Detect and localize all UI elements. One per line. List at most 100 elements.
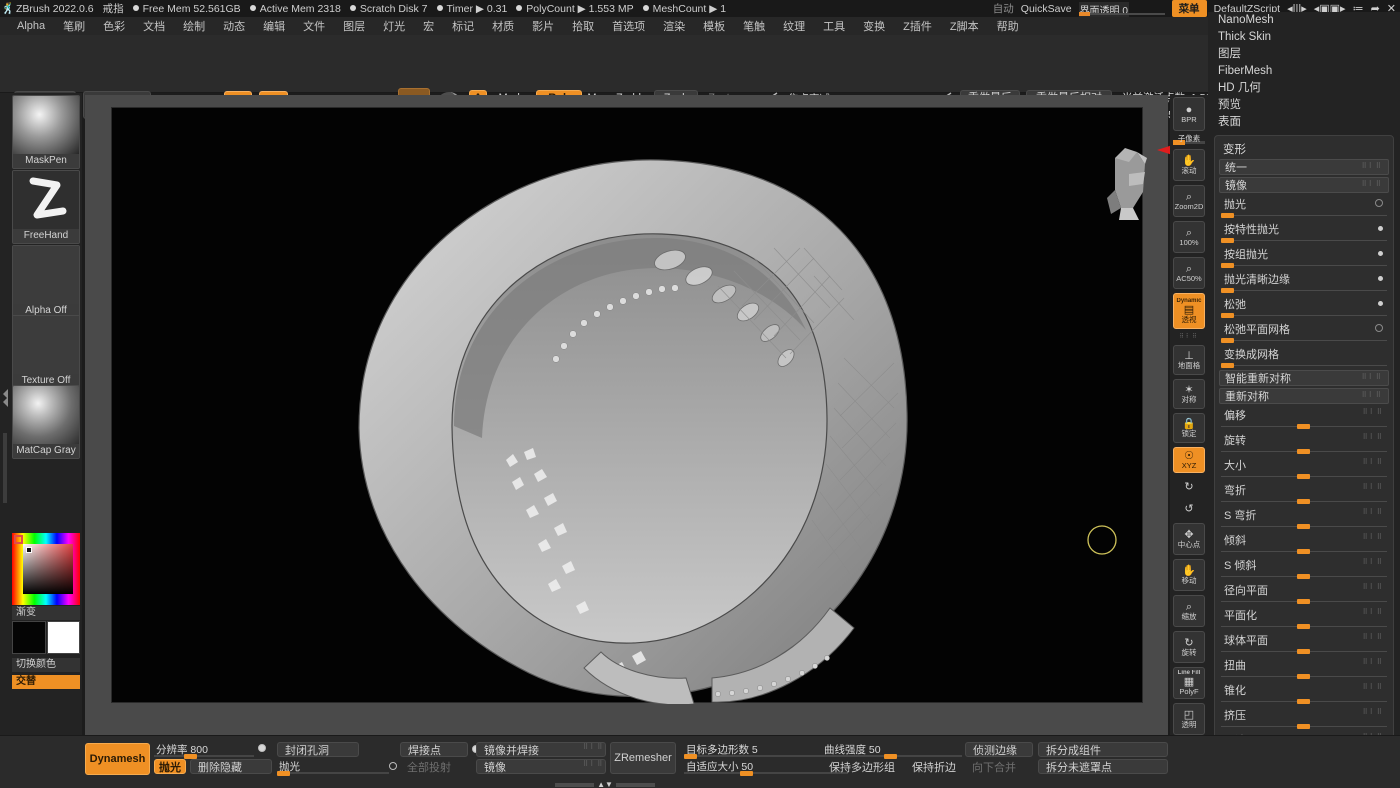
deformation-slider[interactable] xyxy=(1221,212,1387,219)
perspective-button[interactable]: Dynamic▤透视 xyxy=(1173,293,1205,329)
alternate-button[interactable]: 交替 xyxy=(12,675,80,689)
deformation-row-17[interactable]: S 倾斜⠿⠇⠿ xyxy=(1219,556,1389,573)
menu-item-19[interactable]: 纹理 xyxy=(774,17,814,35)
menu-item-7[interactable]: 文件 xyxy=(294,17,334,35)
deformation-radio-icon[interactable] xyxy=(1375,324,1383,332)
menu-item-15[interactable]: 首选项 xyxy=(603,17,654,35)
rotate-y-icon[interactable]: ↻ xyxy=(1173,477,1205,497)
resolution-slider[interactable]: 分辨率 800 xyxy=(154,742,254,758)
deformation-slider[interactable] xyxy=(1221,262,1387,269)
menu-item-16[interactable]: 渲染 xyxy=(654,17,694,35)
deformation-slider[interactable] xyxy=(1221,723,1387,730)
detect-edges-button[interactable]: 侦测边缘 xyxy=(965,742,1033,757)
half-size-button[interactable]: ⌕AC50% xyxy=(1173,257,1205,289)
polish-toggle-button[interactable]: 抛光 xyxy=(154,759,186,774)
polish-reset-icon[interactable] xyxy=(389,762,397,770)
deformation-row-4[interactable]: 按组抛光 xyxy=(1219,245,1389,262)
deformation-row-21[interactable]: 扭曲⠿⠇⠿ xyxy=(1219,656,1389,673)
keep-polygroups-button[interactable]: 保持多边形组 xyxy=(822,759,902,774)
zoom-view-button[interactable]: ⌕缩放 xyxy=(1173,595,1205,627)
menu-toggle-button[interactable]: 菜单 xyxy=(1172,0,1207,17)
brush-selector[interactable]: MaskPen xyxy=(12,95,80,169)
gizmo-xyz-button[interactable]: ☉XYZ xyxy=(1173,447,1205,473)
canvas-3d[interactable] xyxy=(111,107,1143,703)
floor-grid-button[interactable]: ⊥地面格 xyxy=(1173,345,1205,375)
deformation-slider[interactable] xyxy=(1221,473,1387,480)
interface-transparency-slider[interactable]: 界面透明 0 xyxy=(1079,2,1165,15)
palette-section-6[interactable]: 表面 xyxy=(1208,114,1400,131)
project-all-button[interactable]: 全部投射 xyxy=(400,759,468,774)
menu-item-9[interactable]: 灯光 xyxy=(374,17,414,35)
deformation-row-8[interactable]: 变换成网格 xyxy=(1219,345,1389,362)
material-selector[interactable]: MatCap Gray xyxy=(12,385,80,459)
deformation-slider[interactable] xyxy=(1221,312,1387,319)
quicksave-button[interactable]: QuickSave xyxy=(1021,3,1072,15)
close-holes-button[interactable]: 封闭孔洞 xyxy=(277,742,359,757)
switch-color-button[interactable]: 切换颜色 xyxy=(12,658,80,672)
menu-item-4[interactable]: 绘制 xyxy=(174,17,214,35)
menu-item-24[interactable]: 帮助 xyxy=(988,17,1028,35)
deformation-slider[interactable] xyxy=(1221,362,1387,369)
palette-section-4[interactable]: HD 几何 xyxy=(1208,80,1400,97)
deformation-row-2[interactable]: 抛光 xyxy=(1219,195,1389,212)
deformation-row-22[interactable]: 锥化⠿⠇⠿ xyxy=(1219,681,1389,698)
menu-item-11[interactable]: 标记 xyxy=(443,17,483,35)
menu-item-14[interactable]: 拾取 xyxy=(563,17,603,35)
palette-section-1[interactable]: Thick Skin xyxy=(1208,29,1400,46)
menu-item-5[interactable]: 动态 xyxy=(214,17,254,35)
menu-item-6[interactable]: 编辑 xyxy=(254,17,294,35)
deformation-slider[interactable] xyxy=(1221,523,1387,530)
menu-item-22[interactable]: Z插件 xyxy=(894,17,941,35)
scroll-button[interactable]: ✋滚动 xyxy=(1173,149,1205,181)
weld-points-button[interactable]: 焊接点 xyxy=(400,742,468,757)
deformation-row-15[interactable]: S 弯折⠿⠇⠿ xyxy=(1219,506,1389,523)
menu-item-21[interactable]: 变换 xyxy=(854,17,894,35)
deformation-slider[interactable] xyxy=(1221,337,1387,344)
deformation-row-16[interactable]: 倾斜⠿⠇⠿ xyxy=(1219,531,1389,548)
stroke-selector[interactable]: FreeHand xyxy=(12,170,80,244)
primary-color-swatch[interactable] xyxy=(12,621,46,654)
palette-section-2[interactable]: 图层 xyxy=(1208,46,1400,63)
rotate-view-button[interactable]: ↻旋转 xyxy=(1173,631,1205,663)
deformation-radio-icon[interactable] xyxy=(1375,199,1383,207)
symmetry-button[interactable]: ✶对称 xyxy=(1173,379,1205,409)
transp-lock-button[interactable]: 🔒锁定 xyxy=(1173,413,1205,443)
deformation-row-11[interactable]: 偏移⠿⠇⠿ xyxy=(1219,406,1389,423)
palette-section-0[interactable]: NanoMesh xyxy=(1208,12,1400,29)
deformation-row-7[interactable]: 松弛平面网格 xyxy=(1219,320,1389,337)
shelf-collapse-arrow-icon[interactable] xyxy=(2,383,10,413)
transparency-button[interactable]: ◰透明 xyxy=(1173,703,1205,735)
palette-section-5[interactable]: 预览 xyxy=(1208,97,1400,114)
rotate-z-icon[interactable]: ↺ xyxy=(1173,499,1205,519)
menu-item-8[interactable]: 图层 xyxy=(334,17,374,35)
menu-item-17[interactable]: 模板 xyxy=(694,17,734,35)
deformation-row-18[interactable]: 径向平面⠿⠇⠿ xyxy=(1219,581,1389,598)
deformation-slider[interactable] xyxy=(1221,648,1387,655)
deformation-slider[interactable] xyxy=(1221,623,1387,630)
deformation-slider[interactable] xyxy=(1221,423,1387,430)
secondary-color-swatch[interactable] xyxy=(47,621,80,654)
menu-item-10[interactable]: 宏 xyxy=(414,17,443,35)
zremesher-button[interactable]: ZRemesher xyxy=(610,742,676,774)
menu-item-18[interactable]: 笔触 xyxy=(734,17,774,35)
deformation-slider[interactable] xyxy=(1221,287,1387,294)
menu-item-1[interactable]: 笔刷 xyxy=(54,17,94,35)
deformation-row-0[interactable]: 统一⠿⠇⠿ xyxy=(1219,159,1389,175)
deformation-slider[interactable] xyxy=(1221,598,1387,605)
deformation-row-20[interactable]: 球体平面⠿⠇⠿ xyxy=(1219,631,1389,648)
polyf-button[interactable]: Line Fill▦PolyF xyxy=(1173,667,1205,699)
split-to-parts-button[interactable]: 拆分成组件 xyxy=(1038,742,1168,757)
deformation-slider[interactable] xyxy=(1221,498,1387,505)
menu-item-12[interactable]: 材质 xyxy=(483,17,523,35)
deformation-radio-icon[interactable] xyxy=(1378,301,1383,306)
bpr-render-button[interactable]: ●BPR xyxy=(1173,97,1205,131)
menu-item-3[interactable]: 文档 xyxy=(134,17,174,35)
deformation-row-12[interactable]: 旋转⠿⠇⠿ xyxy=(1219,431,1389,448)
deformation-radio-icon[interactable] xyxy=(1378,226,1383,231)
deformation-row-6[interactable]: 松弛 xyxy=(1219,295,1389,312)
deformation-radio-icon[interactable] xyxy=(1378,276,1383,281)
alpha-selector[interactable]: Alpha Off xyxy=(12,245,80,319)
deformation-row-19[interactable]: 平面化⠿⠇⠿ xyxy=(1219,606,1389,623)
menu-item-20[interactable]: 工具 xyxy=(814,17,854,35)
viewport[interactable] xyxy=(85,95,1168,735)
